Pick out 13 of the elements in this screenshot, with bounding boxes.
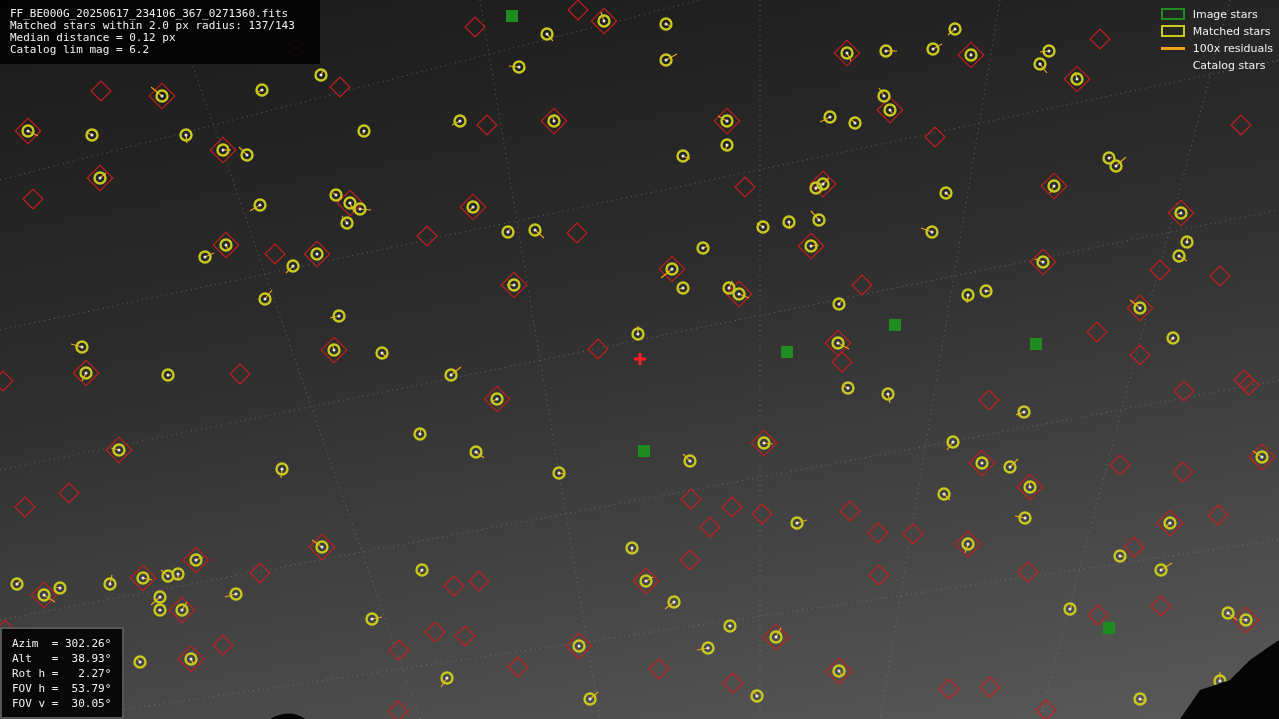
legend-label: Matched stars — [1192, 24, 1271, 38]
pointing-text: Azim = 302.26° — [12, 635, 113, 651]
legend-label: 100x residuals — [1192, 41, 1273, 55]
pointing-text: Alt = 38.93° — [12, 650, 113, 666]
info-text: Catalog lim mag = 6.2 — [10, 44, 151, 56]
legend-label: Image stars — [1192, 7, 1258, 21]
pointing-text: FOV h = 53.79° — [12, 680, 113, 696]
info-text: Matched stars within 2.0 px radius: 137/143 — [10, 20, 296, 32]
info-text: Median distance = 0.12 px — [10, 32, 177, 44]
pointing-text: FOV v = 30.05° — [12, 695, 113, 711]
pointing-text: Rot h = 2.27° — [12, 665, 113, 681]
info-text: FF_BE000G_20250617_234106_367_0271360.fits — [10, 8, 290, 20]
legend-label: Catalog stars — [1192, 58, 1266, 72]
